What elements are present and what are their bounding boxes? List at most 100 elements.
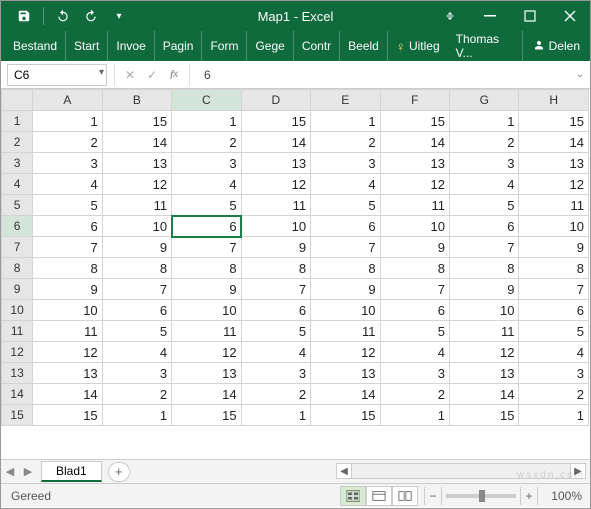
cell-F1[interactable]: 15 (380, 111, 449, 132)
cell-A6[interactable]: 6 (33, 216, 102, 237)
cell-D13[interactable]: 3 (241, 363, 310, 384)
cell-F11[interactable]: 5 (380, 321, 449, 342)
cell-E14[interactable]: 14 (311, 384, 380, 405)
cell-C2[interactable]: 2 (172, 132, 241, 153)
cell-C3[interactable]: 3 (172, 153, 241, 174)
enter-formula-button[interactable]: ✓ (141, 64, 163, 86)
cell-D12[interactable]: 4 (241, 342, 310, 363)
cell-H7[interactable]: 9 (519, 237, 589, 258)
cancel-formula-button[interactable]: ✕ (119, 64, 141, 86)
cell-H4[interactable]: 12 (519, 174, 589, 195)
cell-E9[interactable]: 9 (311, 279, 380, 300)
cell-A3[interactable]: 3 (33, 153, 102, 174)
insert-function-button[interactable]: fx (163, 64, 185, 86)
cell-A15[interactable]: 15 (33, 405, 102, 426)
cell-C6[interactable]: 6 (172, 216, 241, 237)
tab-bestand[interactable]: Bestand (5, 31, 66, 61)
cell-D2[interactable]: 14 (241, 132, 310, 153)
cell-E12[interactable]: 12 (311, 342, 380, 363)
cell-C7[interactable]: 7 (172, 237, 241, 258)
cell-A1[interactable]: 1 (33, 111, 102, 132)
cell-C1[interactable]: 1 (172, 111, 241, 132)
row-header-4[interactable]: 4 (2, 174, 33, 195)
cell-C10[interactable]: 10 (172, 300, 241, 321)
cell-H12[interactable]: 4 (519, 342, 589, 363)
row-header-9[interactable]: 9 (2, 279, 33, 300)
cell-B8[interactable]: 8 (102, 258, 171, 279)
row-header-5[interactable]: 5 (2, 195, 33, 216)
cell-G12[interactable]: 12 (450, 342, 519, 363)
cell-D5[interactable]: 11 (241, 195, 310, 216)
cell-C4[interactable]: 4 (172, 174, 241, 195)
cell-A10[interactable]: 10 (33, 300, 102, 321)
cell-H11[interactable]: 5 (519, 321, 589, 342)
cell-H8[interactable]: 8 (519, 258, 589, 279)
maximize-button[interactable] (510, 1, 550, 31)
cell-A9[interactable]: 9 (33, 279, 102, 300)
cell-G2[interactable]: 2 (450, 132, 519, 153)
tell-me-button[interactable]: ♀ Uitleg (388, 31, 448, 61)
cell-G3[interactable]: 3 (450, 153, 519, 174)
tab-controleren[interactable]: Contr (294, 31, 340, 61)
cell-E1[interactable]: 1 (311, 111, 380, 132)
cell-B9[interactable]: 7 (102, 279, 171, 300)
column-header-E[interactable]: E (311, 90, 380, 111)
zoom-slider[interactable] (446, 494, 516, 498)
cell-B2[interactable]: 14 (102, 132, 171, 153)
tab-start[interactable]: Start (66, 31, 108, 61)
cell-F6[interactable]: 10 (380, 216, 449, 237)
cell-H6[interactable]: 10 (519, 216, 589, 237)
cell-C15[interactable]: 15 (172, 405, 241, 426)
cell-A11[interactable]: 11 (33, 321, 102, 342)
row-header-3[interactable]: 3 (2, 153, 33, 174)
close-button[interactable] (550, 1, 590, 31)
minimize-button[interactable] (470, 1, 510, 31)
tab-beeld[interactable]: Beeld (340, 31, 388, 61)
row-header-1[interactable]: 1 (2, 111, 33, 132)
undo-button[interactable] (50, 3, 76, 29)
cell-A5[interactable]: 5 (33, 195, 102, 216)
name-box-dropdown-icon[interactable]: ▾ (99, 67, 104, 78)
cell-E15[interactable]: 15 (311, 405, 380, 426)
cell-H3[interactable]: 13 (519, 153, 589, 174)
sheet-tab-blad1[interactable]: Blad1 (41, 461, 102, 482)
account-button[interactable]: Thomas V... (448, 31, 522, 61)
cell-B4[interactable]: 12 (102, 174, 171, 195)
zoom-out-button[interactable]: − (424, 487, 442, 505)
cell-A2[interactable]: 2 (33, 132, 102, 153)
cell-D10[interactable]: 6 (241, 300, 310, 321)
cell-F3[interactable]: 13 (380, 153, 449, 174)
cell-H9[interactable]: 7 (519, 279, 589, 300)
cell-E7[interactable]: 7 (311, 237, 380, 258)
cell-H5[interactable]: 11 (519, 195, 589, 216)
cell-G15[interactable]: 15 (450, 405, 519, 426)
cell-C11[interactable]: 11 (172, 321, 241, 342)
cell-F12[interactable]: 4 (380, 342, 449, 363)
cell-D14[interactable]: 2 (241, 384, 310, 405)
qat-customize-button[interactable]: ▾ (106, 3, 132, 29)
cell-G9[interactable]: 9 (450, 279, 519, 300)
row-header-13[interactable]: 13 (2, 363, 33, 384)
cell-E2[interactable]: 2 (311, 132, 380, 153)
row-header-2[interactable]: 2 (2, 132, 33, 153)
tab-pagina[interactable]: Pagin (155, 31, 203, 61)
cell-A12[interactable]: 12 (33, 342, 102, 363)
cell-G10[interactable]: 10 (450, 300, 519, 321)
cell-A8[interactable]: 8 (33, 258, 102, 279)
cell-B3[interactable]: 13 (102, 153, 171, 174)
cell-C8[interactable]: 8 (172, 258, 241, 279)
cell-D4[interactable]: 12 (241, 174, 310, 195)
cell-F15[interactable]: 1 (380, 405, 449, 426)
cell-G8[interactable]: 8 (450, 258, 519, 279)
cell-F8[interactable]: 8 (380, 258, 449, 279)
cell-B1[interactable]: 15 (102, 111, 171, 132)
column-header-D[interactable]: D (241, 90, 310, 111)
hscroll-left-button[interactable]: ◀ (336, 463, 352, 479)
cell-B6[interactable]: 10 (102, 216, 171, 237)
cell-D1[interactable]: 15 (241, 111, 310, 132)
formula-input[interactable]: 6 (194, 68, 570, 82)
cell-B5[interactable]: 11 (102, 195, 171, 216)
cell-D7[interactable]: 9 (241, 237, 310, 258)
cell-C14[interactable]: 14 (172, 384, 241, 405)
page-break-view-button[interactable] (392, 486, 418, 506)
